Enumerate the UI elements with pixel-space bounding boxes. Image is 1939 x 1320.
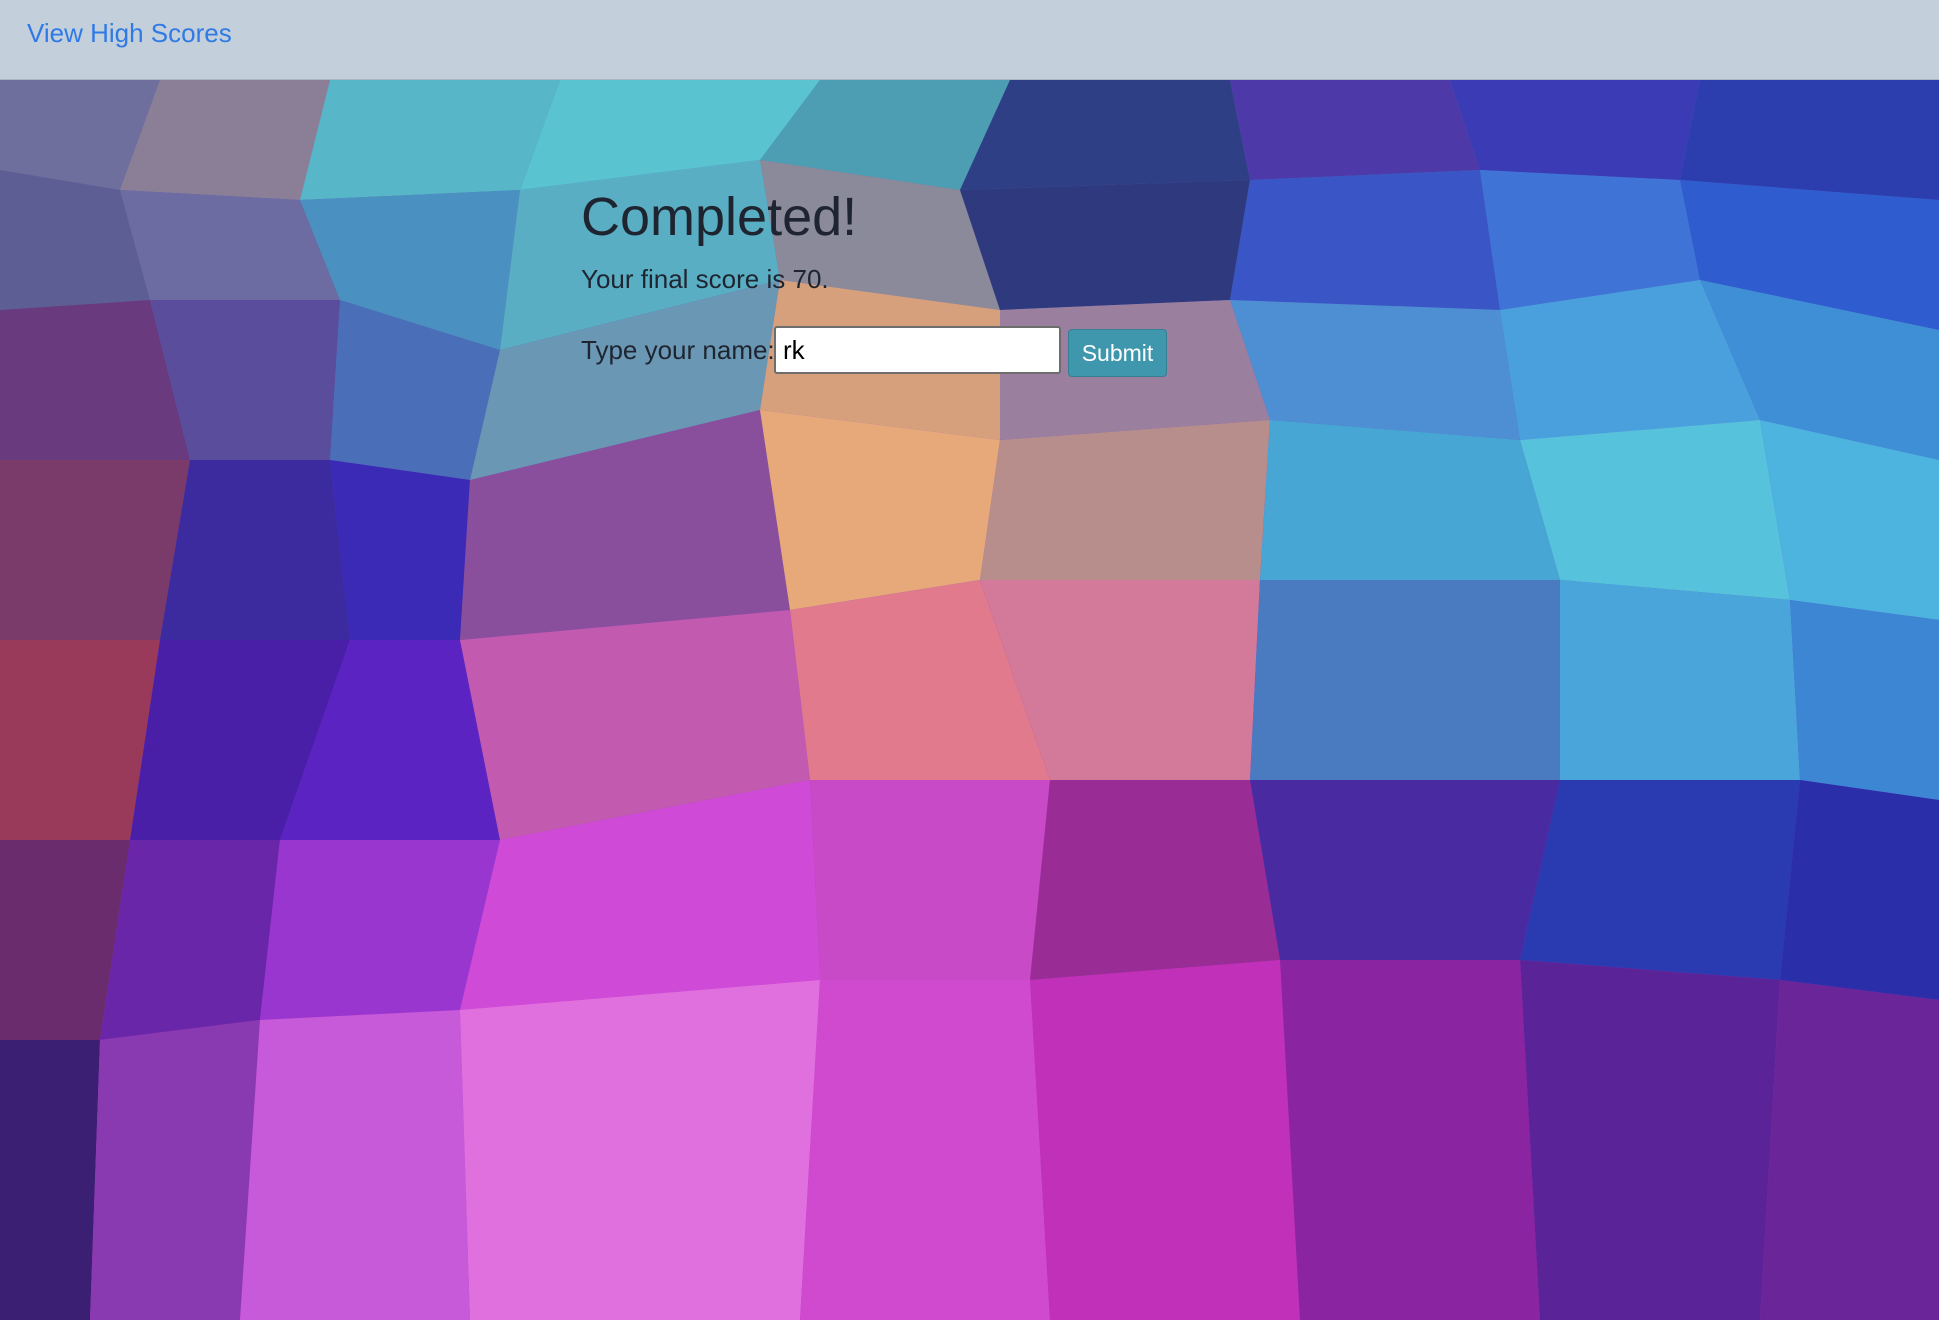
completed-heading: Completed! [581, 187, 858, 247]
completion-panel: Completed! Your final score is 70. Type … [581, 183, 1281, 377]
top-navbar: View High Scores [0, 0, 1939, 80]
view-high-scores-link[interactable]: View High Scores [27, 18, 232, 49]
final-score-text: Your final score is 70. [581, 264, 829, 294]
name-input[interactable] [774, 326, 1061, 374]
initials-form: Type your name: Submit [581, 326, 1281, 378]
name-label: Type your name: [581, 335, 775, 365]
submit-button[interactable]: Submit [1068, 329, 1167, 377]
